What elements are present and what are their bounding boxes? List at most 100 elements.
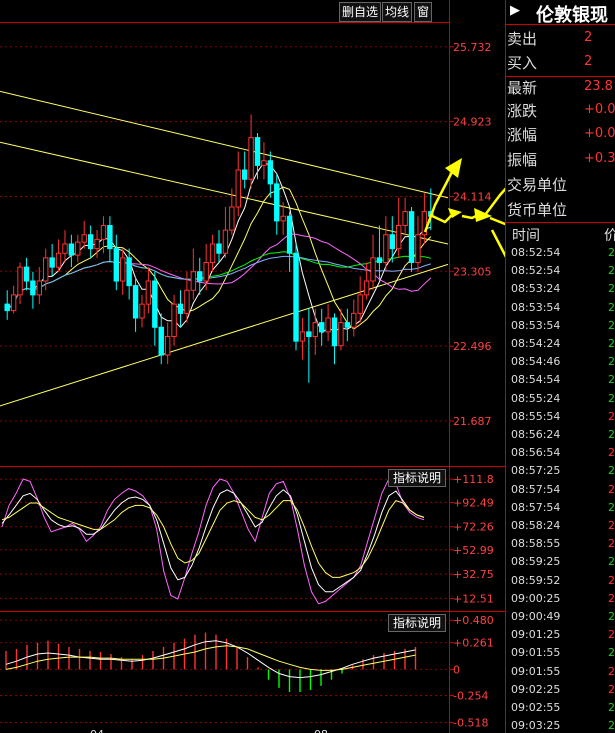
tick-row: 08:53:54 23 xyxy=(511,300,615,314)
tick-time: 09:00:49 xyxy=(511,610,561,623)
macd-tick-label: -0.254 xyxy=(453,689,488,702)
candle-body xyxy=(55,252,62,268)
candle-body xyxy=(357,294,363,314)
quote-label: 交易单位 xyxy=(507,176,568,194)
candle-body xyxy=(351,312,357,328)
tick-time: 08:52:54 xyxy=(511,264,561,278)
candle-body xyxy=(376,257,383,263)
indicator-help-button-1[interactable]: 指标说明 xyxy=(388,469,447,487)
tick-row: 08:52:54 23 xyxy=(511,264,615,278)
tick-price: 23 xyxy=(608,701,615,714)
candle-body xyxy=(203,262,209,282)
osc-tick-label: +32.75 xyxy=(453,568,494,581)
tick-row: 08:57:54 23 xyxy=(511,500,615,514)
macd-tick-label: +0.261 xyxy=(453,637,494,650)
macd-tick-label: 0 xyxy=(453,663,460,676)
tick-time: 08:52:54 xyxy=(511,246,561,259)
candle-body xyxy=(280,215,286,222)
candle-body xyxy=(139,303,145,319)
tick-price: 23 xyxy=(608,246,615,259)
candle-body xyxy=(100,225,107,240)
tick-price: 23 xyxy=(608,337,615,350)
tick-price: 23 xyxy=(608,409,615,423)
tick-price: 23 xyxy=(608,537,615,551)
indicator-help-button-2[interactable]: 指标说明 xyxy=(388,614,447,632)
candle-body xyxy=(177,303,184,314)
candle-body xyxy=(120,257,126,282)
tick-time: 08:54:46 xyxy=(511,355,561,369)
quote-row: 振幅 +0.3 xyxy=(506,149,615,171)
price-tick-label: 23.305 xyxy=(453,265,492,278)
quote-row: 涨幅 +0.0 xyxy=(506,124,615,146)
candle-body xyxy=(68,243,75,256)
tick-row: 08:55:24 23 xyxy=(511,392,615,405)
tick-row: 08:58:55 23 xyxy=(511,537,615,550)
tick-row: 08:56:24 23 xyxy=(511,428,615,441)
tick-time: 08:57:25 xyxy=(511,464,561,478)
collapse-arrow-icon[interactable]: ▶ xyxy=(510,3,520,18)
candle-body xyxy=(229,206,235,231)
quote-label: 振幅 xyxy=(507,151,538,169)
window-button[interactable]: 窗 xyxy=(414,2,433,22)
candle-body xyxy=(4,303,10,312)
tick-row: 09:00:49 23 xyxy=(511,610,615,623)
tick-time: 09:02:25 xyxy=(511,682,561,696)
candle-body xyxy=(331,317,338,347)
quote-row: 货币单位 xyxy=(506,199,615,221)
tick-time: 08:59:25 xyxy=(511,555,561,569)
osc-tick-label: +52.99 xyxy=(453,544,494,557)
candle-body xyxy=(402,211,408,226)
candle-body xyxy=(344,322,351,328)
candle-body xyxy=(171,303,177,337)
tick-time: 09:02:55 xyxy=(511,701,561,714)
tick-row: 09:00:25 23 xyxy=(511,592,615,605)
tick-time: 09:01:55 xyxy=(511,664,561,678)
tick-time: 08:56:24 xyxy=(511,428,561,441)
price-tick-label: 21.687 xyxy=(453,415,492,428)
quote-row: 交易单位 xyxy=(506,174,615,196)
candle-body xyxy=(363,280,370,296)
quote-label: 涨跌 xyxy=(507,102,538,120)
tick-row: 08:59:52 23 xyxy=(511,574,615,587)
price-column-header: 价 xyxy=(604,225,615,245)
quote-label: 最新 xyxy=(507,79,538,97)
tick-row: 08:52:54 23 xyxy=(511,246,615,259)
tick-price: 23 xyxy=(608,446,615,460)
tick-price: 23 xyxy=(608,682,615,696)
candle-body xyxy=(17,266,23,296)
tick-time: 08:53:54 xyxy=(511,300,561,314)
tick-row: 09:01:25 23 xyxy=(511,628,615,641)
candle-body xyxy=(36,280,43,296)
quote-value: 23.8 xyxy=(584,79,613,94)
tick-row: 09:03:25 23 xyxy=(511,719,615,732)
macd-tick-label: +0.480 xyxy=(453,614,494,627)
tick-row: 09:01:55 23 xyxy=(511,646,615,659)
candle-body xyxy=(286,215,293,254)
tick-time: 08:57:54 xyxy=(511,500,561,514)
candle-body xyxy=(248,137,254,180)
tick-price: 23 xyxy=(608,355,615,369)
candle-body xyxy=(389,234,395,250)
delete-favorite-button[interactable]: 删自选 xyxy=(339,2,382,22)
tick-row: 08:54:24 23 xyxy=(511,337,615,350)
candle-body xyxy=(184,289,190,314)
moving-average-button[interactable]: 均线 xyxy=(382,2,413,22)
candle-body xyxy=(164,336,171,356)
tick-price: 23 xyxy=(608,610,615,623)
tick-time: 08:57:54 xyxy=(511,482,561,496)
tick-price: 23 xyxy=(608,264,615,278)
quote-value: 2 xyxy=(584,54,593,69)
tick-price: 23 xyxy=(608,519,615,532)
candle-body xyxy=(261,160,267,166)
tick-row: 09:01:55 23 xyxy=(511,664,615,678)
candle-body xyxy=(370,257,376,282)
candle-body xyxy=(318,322,325,333)
candle-body xyxy=(216,243,222,254)
time-column-header: 时间 xyxy=(512,228,540,244)
tick-row: 08:58:24 23 xyxy=(511,519,615,532)
tick-price: 23 xyxy=(608,428,615,441)
tick-price: 23 xyxy=(608,464,615,478)
tick-row: 08:53:24 23 xyxy=(511,282,615,295)
tick-price: 23 xyxy=(608,591,615,605)
tick-price: 23 xyxy=(608,573,615,587)
